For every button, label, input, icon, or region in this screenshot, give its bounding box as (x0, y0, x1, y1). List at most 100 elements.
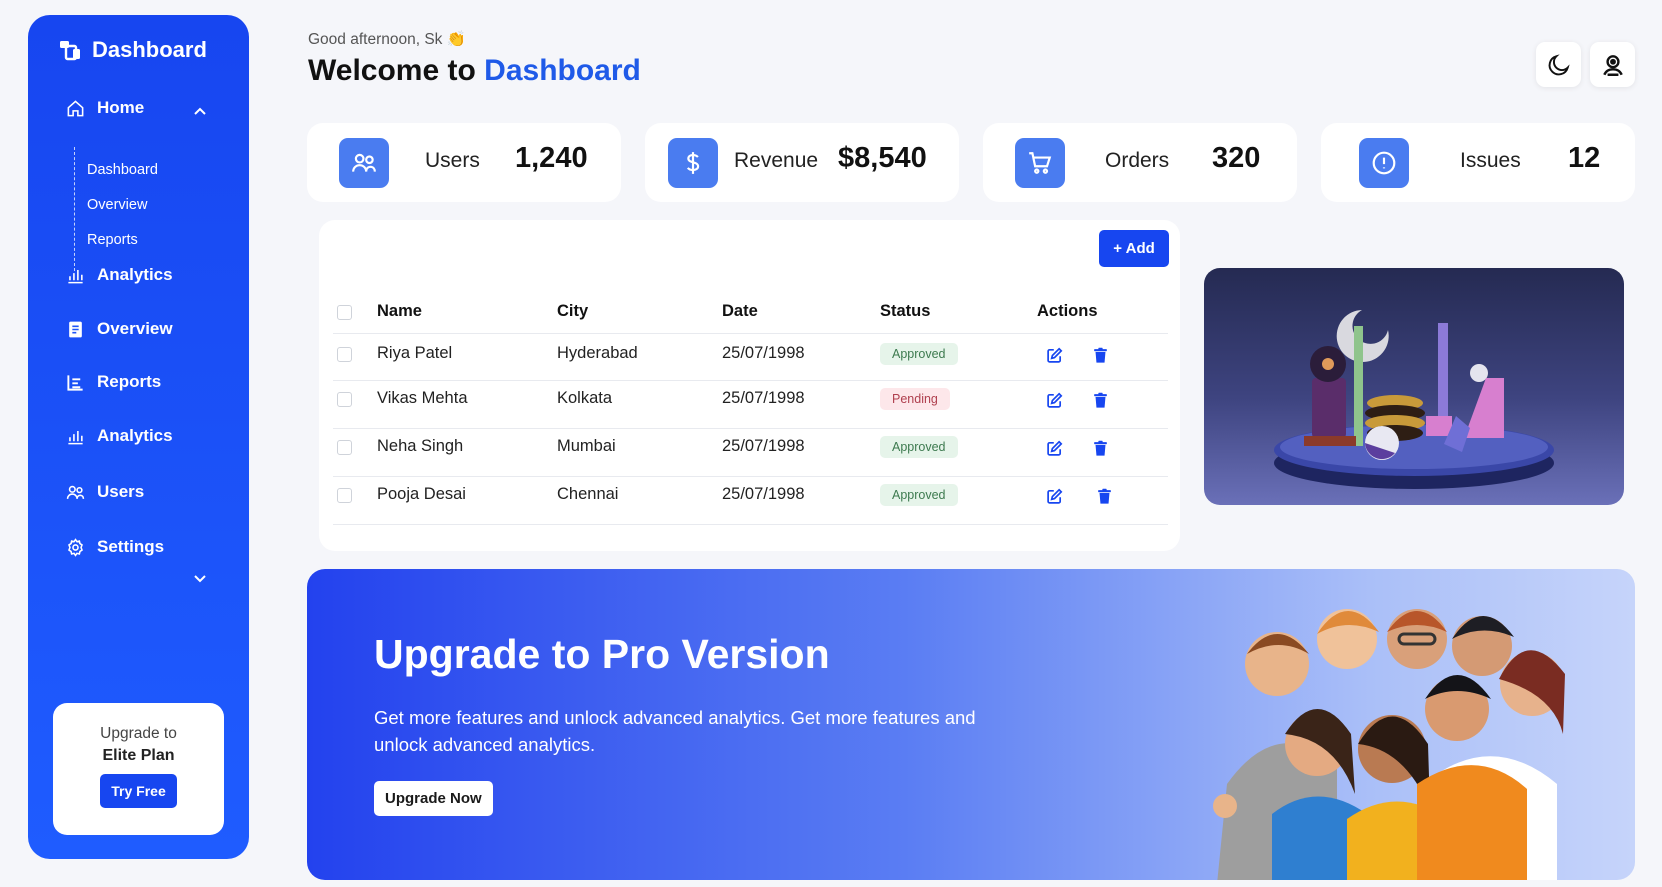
sidebar-item-label: Overview (97, 319, 173, 338)
status-badge: Approved (880, 436, 958, 458)
column-header-status[interactable]: Status (880, 302, 930, 321)
people-group-illustration (1213, 609, 1565, 880)
edit-icon[interactable] (1046, 440, 1063, 457)
dollar-icon (686, 152, 700, 174)
cell-city: Kolkata (557, 389, 613, 407)
row-divider (333, 333, 1168, 334)
upgrade-card: Upgrade to Elite Plan Try Free (53, 703, 224, 835)
sidebar-item-label: Settings (97, 537, 165, 556)
row-divider (333, 428, 1168, 429)
sidebar-item-label: Analytics (97, 265, 173, 284)
row-divider (333, 380, 1168, 381)
cell-name: Vikas Mehta (377, 389, 468, 407)
stat-icon-box (339, 138, 389, 188)
edit-icon[interactable] (1046, 347, 1063, 364)
sidebar-item-home[interactable]: Home (66, 98, 144, 118)
status-badge: Approved (880, 343, 958, 365)
sidebar-item-reports[interactable]: Reports (66, 372, 161, 392)
stat-label: Revenue (734, 149, 819, 172)
sidebar-item-users[interactable]: Users (66, 482, 144, 502)
sidebar-subitem-dashboard[interactable]: Dashboard (87, 162, 158, 178)
stat-icon-box (1015, 138, 1065, 188)
cell-date: 25/07/1998 (722, 344, 805, 362)
cell-city: Chennai (557, 485, 619, 503)
column-header-date[interactable]: Date (722, 302, 758, 321)
bar-chart-icon (68, 430, 83, 444)
scene-art (1274, 310, 1554, 489)
upgrade-banner: Upgrade to Pro Version Get more features… (307, 569, 1635, 880)
edit-icon[interactable] (1046, 488, 1063, 505)
sidebar-item-settings[interactable]: Settings (66, 537, 164, 557)
stat-value: $8,540 (838, 142, 927, 174)
cell-city: Hyderabad (557, 344, 638, 362)
cell-city: Mumbai (557, 437, 616, 455)
illustration-3d-scene (1204, 268, 1624, 505)
column-header-name[interactable]: Name (377, 302, 422, 321)
select-all-checkbox[interactable] (337, 305, 352, 320)
theme-toggle-button[interactable] (1536, 42, 1581, 87)
document-icon (69, 321, 82, 337)
stat-label: Issues (1460, 149, 1521, 172)
profile-button[interactable] (1590, 42, 1635, 87)
row-checkbox[interactable] (337, 488, 352, 503)
sidebar-subitem-overview[interactable]: Overview (87, 197, 147, 213)
sidebar-item-label: Analytics (97, 426, 173, 445)
stat-value: 12 (1568, 142, 1601, 174)
edit-icon[interactable] (1046, 392, 1063, 409)
greeting: Good afternoon, Sk 👏 (308, 31, 467, 48)
sidebar-item-analytics[interactable]: Analytics (66, 265, 173, 285)
trash-icon[interactable] (1096, 488, 1113, 505)
stat-value: 320 (1212, 142, 1261, 174)
column-header-city[interactable]: City (557, 302, 588, 321)
stat-value: 1,240 (515, 142, 588, 174)
page-title-accent: Dashboard (484, 54, 641, 87)
sidebar-item-analytics-2[interactable]: Analytics (66, 426, 173, 446)
cell-date: 25/07/1998 (722, 389, 805, 407)
sidebar: Dashboard Home Dashboard Overview Report… (28, 15, 249, 859)
sidebar-item-overview[interactable]: Overview (66, 319, 173, 339)
chevron-up-icon[interactable] (193, 104, 207, 118)
stat-card-issues: Issues 12 (1321, 123, 1635, 202)
stat-label: Users (425, 149, 480, 172)
sidebar-item-label: Home (97, 98, 145, 117)
dashboard-app: Dashboard Home Dashboard Overview Report… (0, 0, 1662, 887)
page-title: Welcome to Dashboard (308, 54, 641, 88)
status-badge: Approved (880, 484, 958, 506)
cell-name: Riya Patel (377, 344, 453, 362)
home-icon (67, 99, 84, 116)
sidebar-subitem-reports[interactable]: Reports (87, 232, 138, 248)
row-checkbox[interactable] (337, 440, 352, 455)
trash-icon[interactable] (1092, 392, 1109, 409)
upgrade-line1: Upgrade to (100, 725, 177, 742)
trash-icon[interactable] (1092, 440, 1109, 457)
trash-icon[interactable] (1092, 347, 1109, 364)
dashboard-logo-icon (60, 41, 80, 61)
home-subnav: Dashboard Overview Reports (74, 147, 158, 271)
stat-card-revenue: Revenue $8,540 (645, 123, 959, 202)
upgrade-line2: Elite Plan (102, 747, 175, 764)
cart-icon (1029, 152, 1052, 174)
sidebar-item-label: Reports (97, 372, 162, 391)
stat-label: Orders (1105, 149, 1170, 172)
reports-icon (67, 374, 83, 391)
chevron-down-icon[interactable] (193, 572, 207, 586)
brand[interactable]: Dashboard (58, 37, 207, 63)
alert-icon (1372, 151, 1396, 175)
cell-date: 25/07/1998 (722, 437, 805, 455)
add-button[interactable]: + Add (1099, 230, 1169, 267)
row-checkbox[interactable] (337, 347, 352, 362)
moon-icon (1548, 53, 1570, 75)
row-checkbox[interactable] (337, 392, 352, 407)
try-free-button[interactable]: Try Free (100, 774, 177, 808)
stat-icon-box (668, 138, 718, 188)
cell-name: Pooja Desai (377, 485, 466, 503)
upgrade-now-button[interactable]: Upgrade Now (374, 781, 493, 816)
status-badge: Pending (880, 388, 950, 410)
row-divider (333, 476, 1168, 477)
users-icon (352, 153, 376, 172)
stat-card-users: Users 1,240 (307, 123, 621, 202)
column-header-actions: Actions (1037, 302, 1098, 320)
page-title-prefix: Welcome to (308, 54, 476, 87)
row-divider (333, 524, 1168, 525)
bar-chart-icon (68, 269, 83, 283)
